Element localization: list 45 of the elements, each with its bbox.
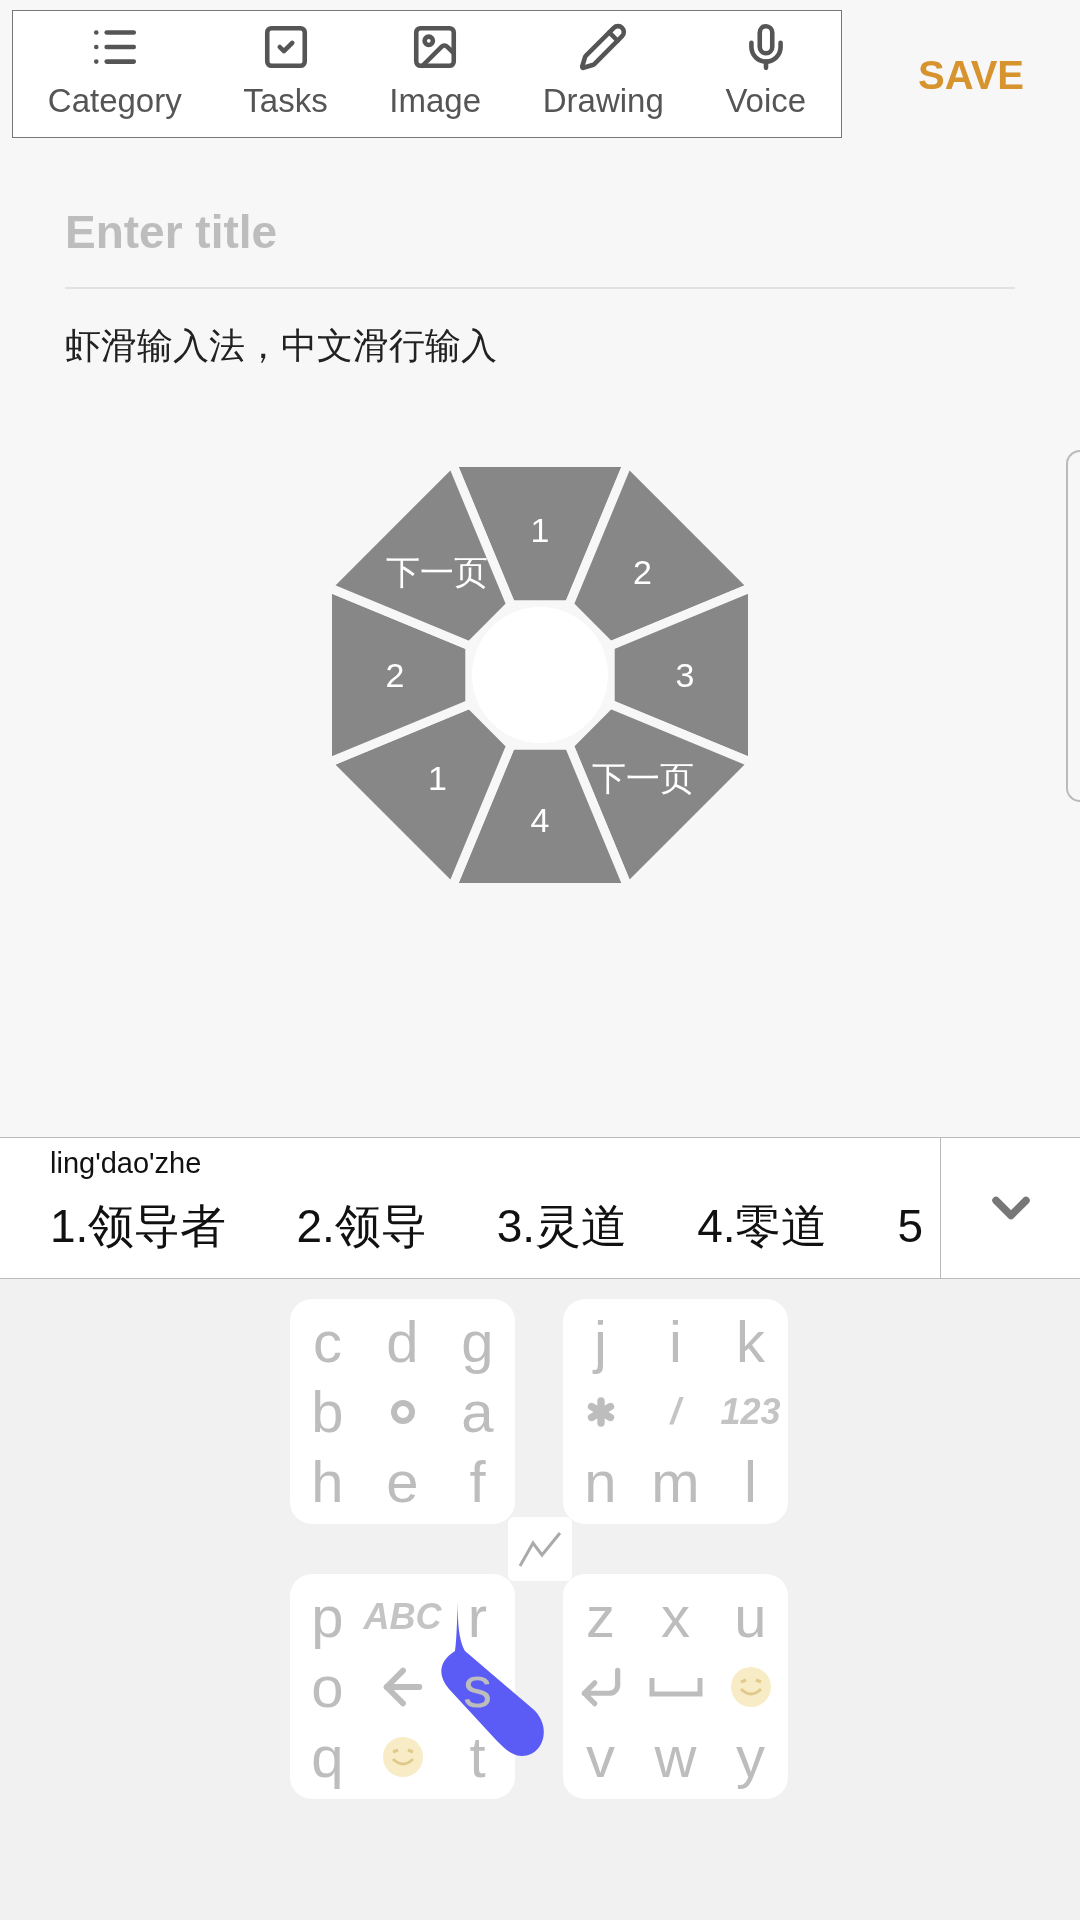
toolbar-button[interactable]: Tasks — [239, 22, 332, 126]
key[interactable]: d — [386, 1312, 419, 1371]
key[interactable]: m — [651, 1452, 700, 1511]
note-body[interactable]: 虾滑输入法，中文滑行输入 — [65, 319, 1015, 373]
key[interactable]: z — [586, 1587, 615, 1646]
save-button[interactable]: SAVE — [910, 45, 1032, 105]
key[interactable]: l — [744, 1452, 757, 1511]
pinyin-text: ling'dao'zhe — [50, 1146, 203, 1181]
candidate-word[interactable]: 3.灵道 — [496, 1191, 628, 1261]
space-icon[interactable] — [648, 1675, 703, 1698]
key[interactable]: ABC — [363, 1598, 442, 1635]
key[interactable]: 123 — [720, 1393, 781, 1430]
title-field[interactable]: Enter title — [65, 198, 1015, 289]
key[interactable]: u — [734, 1587, 767, 1646]
toolbar-button[interactable]: Image — [385, 22, 486, 126]
key[interactable]: r — [467, 1587, 488, 1646]
key[interactable]: s — [463, 1657, 492, 1716]
key[interactable]: n — [584, 1452, 617, 1511]
key[interactable]: f — [469, 1452, 486, 1511]
emoji-icon[interactable] — [380, 1734, 425, 1779]
candidate-word[interactable]: 2.领导 — [296, 1191, 427, 1261]
toolbar-button[interactable]: Voice — [721, 22, 811, 126]
key[interactable]: w — [654, 1727, 697, 1786]
key[interactable]: a — [461, 1382, 494, 1441]
key[interactable]: i — [669, 1312, 682, 1371]
pencil-icon — [578, 22, 629, 73]
toolbar-button[interactable]: Drawing — [538, 22, 668, 126]
key[interactable]: e — [386, 1452, 419, 1511]
emoji-icon[interactable] — [728, 1664, 773, 1709]
ring-icon[interactable] — [389, 1398, 416, 1425]
scroll-handle[interactable] — [1066, 450, 1080, 802]
key[interactable]: o — [311, 1657, 344, 1716]
candidate-word[interactable]: 4.零道 — [697, 1191, 828, 1261]
key[interactable]: x — [661, 1587, 690, 1646]
candidate-word[interactable]: 1.领导者 — [50, 1191, 227, 1261]
zigzag-icon — [517, 1529, 563, 1569]
key[interactable]: h — [311, 1452, 344, 1511]
key[interactable]: k — [736, 1312, 765, 1371]
candidate-word[interactable]: 5 — [897, 1191, 924, 1261]
key[interactable]: t — [469, 1727, 486, 1786]
swipe-mode-button[interactable] — [508, 1517, 572, 1581]
key[interactable]: v — [586, 1727, 615, 1786]
key[interactable]: c — [313, 1312, 342, 1371]
key[interactable]: b — [311, 1382, 344, 1441]
toolbar-button[interactable]: Category — [43, 22, 186, 126]
